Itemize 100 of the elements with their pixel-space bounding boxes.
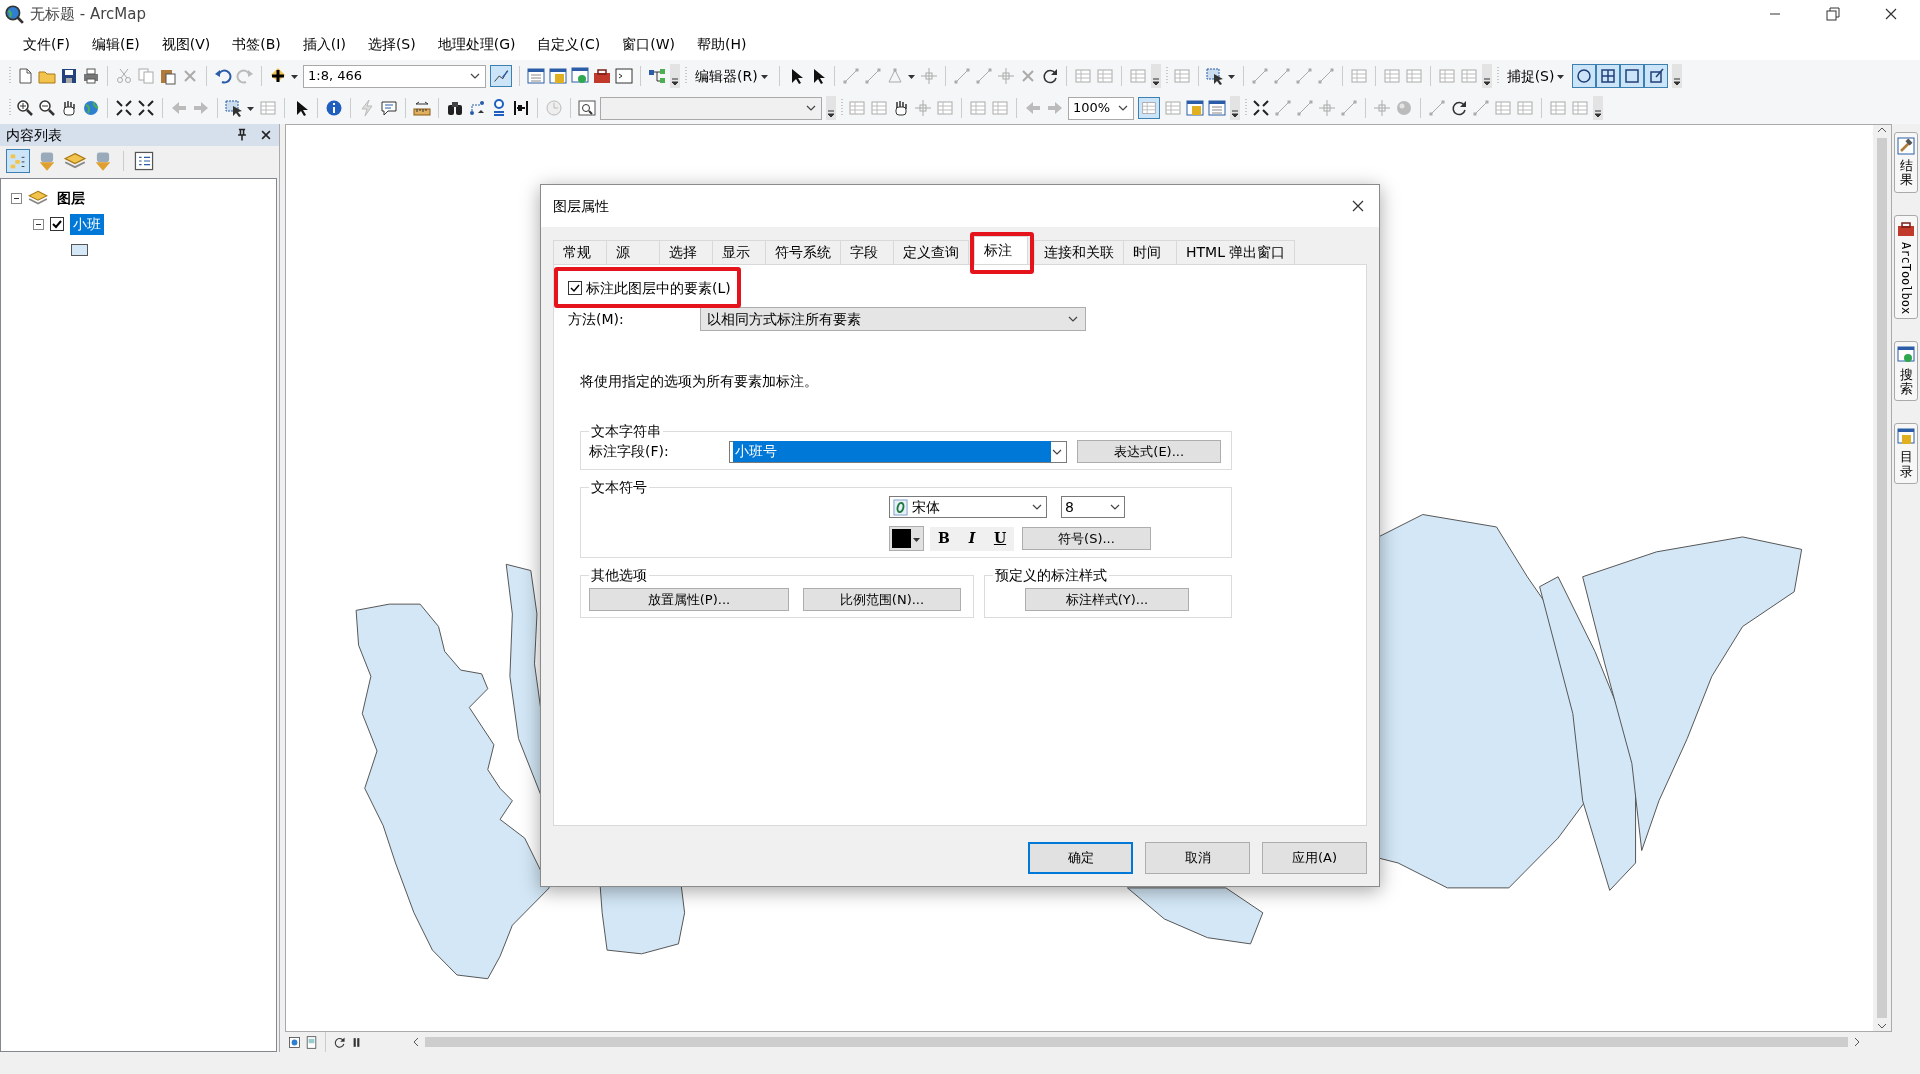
hand-icon[interactable] bbox=[60, 99, 78, 117]
dock-tab[interactable]: 搜索 bbox=[1894, 340, 1918, 402]
window-cylinder-icon[interactable] bbox=[1186, 99, 1204, 117]
data-view-icon[interactable] bbox=[288, 1035, 301, 1049]
corners-icon[interactable] bbox=[137, 99, 155, 117]
layer-list-icon[interactable] bbox=[6, 149, 30, 173]
refresh-icon[interactable] bbox=[333, 1035, 346, 1049]
snap-toggle[interactable] bbox=[1620, 64, 1645, 88]
symbol-button[interactable]: 符号(S)... bbox=[1022, 527, 1151, 550]
tab[interactable]: 常规 bbox=[553, 240, 607, 264]
dialog-button[interactable]: 取消 bbox=[1145, 842, 1250, 874]
zoom-out-icon[interactable] bbox=[38, 99, 56, 117]
plus-icon[interactable] bbox=[269, 67, 287, 85]
menu-item[interactable]: 选择(S) bbox=[356, 33, 427, 55]
style-toggle[interactable]: U bbox=[986, 526, 1014, 551]
magnifier-window-icon[interactable] bbox=[578, 99, 596, 117]
window-cylinder-icon[interactable] bbox=[549, 67, 567, 85]
overflow-icon[interactable] bbox=[1481, 64, 1492, 88]
overflow-icon[interactable] bbox=[826, 96, 836, 120]
corners-icon[interactable] bbox=[1252, 99, 1270, 117]
checkbox[interactable] bbox=[50, 217, 64, 231]
corners-icon[interactable] bbox=[115, 99, 133, 117]
color-picker-button[interactable] bbox=[889, 526, 924, 551]
checkbox[interactable] bbox=[568, 281, 582, 295]
select-icon[interactable] bbox=[225, 99, 243, 117]
menu-item[interactable]: 视图(V) bbox=[150, 33, 222, 55]
page-icon[interactable] bbox=[16, 67, 34, 85]
dialog-button[interactable]: 确定 bbox=[1028, 842, 1133, 874]
printer-icon[interactable] bbox=[82, 67, 100, 85]
size-select[interactable]: 8 bbox=[1061, 496, 1125, 518]
pin-icon[interactable] bbox=[235, 128, 249, 142]
layout-view-icon[interactable] bbox=[305, 1035, 318, 1049]
grip-handle[interactable] bbox=[1164, 66, 1169, 86]
scale-field[interactable]: 1:8, 466 bbox=[303, 64, 486, 88]
zoom-in-icon[interactable] bbox=[16, 99, 34, 117]
overflow-icon[interactable] bbox=[1593, 96, 1603, 120]
toolbox-icon[interactable] bbox=[593, 67, 611, 85]
binoculars-icon[interactable] bbox=[446, 99, 464, 117]
collapse-icon[interactable] bbox=[33, 218, 44, 230]
menu-item[interactable]: 自定义(C) bbox=[526, 33, 612, 55]
dialog-button[interactable]: 比例范围(N)... bbox=[803, 588, 961, 611]
scroll-down-icon[interactable] bbox=[1877, 1021, 1887, 1031]
grip-handle[interactable] bbox=[1495, 66, 1500, 86]
window-globe-icon[interactable] bbox=[571, 67, 589, 85]
scroll-left-icon[interactable] bbox=[411, 1037, 421, 1047]
dock-tab[interactable]: 目录 bbox=[1894, 423, 1918, 485]
overflow-icon[interactable] bbox=[1230, 96, 1240, 120]
tab[interactable]: 连接和关联 bbox=[1034, 240, 1124, 264]
undo-icon[interactable] bbox=[214, 67, 232, 85]
window-icon[interactable] bbox=[1208, 99, 1226, 117]
grid-icon[interactable] bbox=[1138, 97, 1160, 119]
refresh-icon[interactable] bbox=[1450, 99, 1468, 117]
method-select[interactable]: 以相同方式标注所有要素 bbox=[700, 307, 1086, 331]
close-icon[interactable] bbox=[259, 128, 273, 142]
zoom-percent-field[interactable]: 100% bbox=[1068, 96, 1134, 120]
layer-name[interactable]: 图层 bbox=[54, 187, 88, 209]
overflow-icon[interactable] bbox=[1672, 64, 1683, 88]
snap-toggle[interactable] bbox=[1644, 64, 1669, 88]
layer-name[interactable]: 小班 bbox=[70, 213, 104, 235]
dock-tab[interactable]: ArcToolbox bbox=[1894, 214, 1918, 319]
vertical-scrollbar[interactable] bbox=[1873, 125, 1891, 1031]
hand-icon[interactable] bbox=[892, 99, 910, 117]
menu-item[interactable]: 编辑(E) bbox=[81, 33, 151, 55]
checkbox-label[interactable]: 标注此图层中的要素(L) bbox=[586, 277, 731, 299]
dialog-button[interactable]: 放置属性(P)... bbox=[589, 588, 789, 611]
snap-toggle[interactable] bbox=[1596, 64, 1621, 88]
grip-handle[interactable] bbox=[1244, 98, 1248, 118]
scroll-up-icon[interactable] bbox=[1877, 125, 1887, 135]
expression-button[interactable]: 表达式(E)... bbox=[1077, 440, 1221, 463]
snap-toggle[interactable] bbox=[1572, 64, 1597, 88]
style-toggle[interactable]: B bbox=[930, 526, 958, 551]
pencil-icon[interactable] bbox=[490, 65, 512, 87]
restore-icon[interactable] bbox=[1824, 5, 1842, 23]
collapse-icon[interactable] bbox=[11, 192, 22, 204]
dialog-button[interactable]: 应用(A) bbox=[1262, 842, 1367, 874]
menu-item[interactable]: 插入(I) bbox=[291, 33, 357, 55]
scroll-thumb[interactable] bbox=[1877, 138, 1887, 1018]
tab[interactable]: 定义查询 bbox=[893, 240, 969, 264]
scroll-thumb[interactable] bbox=[425, 1037, 1848, 1047]
console-icon[interactable] bbox=[615, 67, 633, 85]
tab[interactable]: HTML 弹出窗口 bbox=[1176, 240, 1296, 264]
clipboard-icon[interactable] bbox=[159, 67, 177, 85]
window-icon[interactable] bbox=[527, 67, 545, 85]
menu-item[interactable]: 文件(F) bbox=[12, 33, 81, 55]
scroll-right-icon[interactable] bbox=[1852, 1037, 1862, 1047]
grip-handle[interactable] bbox=[8, 66, 12, 86]
editor-menu[interactable]: 编辑器(R) bbox=[692, 65, 772, 87]
style-toggle[interactable]: I bbox=[958, 526, 986, 551]
list-icon[interactable] bbox=[133, 150, 155, 172]
menu-item[interactable]: 书签(B) bbox=[221, 33, 292, 55]
tab[interactable]: 标注 bbox=[974, 236, 1028, 264]
menu-item[interactable]: 帮助(H) bbox=[685, 33, 758, 55]
label-styles-button[interactable]: 标注样式(Y)... bbox=[1025, 588, 1189, 611]
menu-item[interactable]: 窗口(W) bbox=[611, 33, 686, 55]
overflow-icon[interactable] bbox=[670, 64, 680, 88]
label-field-select[interactable]: 小班号 bbox=[728, 440, 1068, 463]
grip-handle[interactable] bbox=[684, 66, 688, 86]
snapping-menu[interactable]: 捕捉(S) bbox=[1503, 65, 1569, 87]
overflow-icon[interactable] bbox=[1150, 64, 1161, 88]
grip-handle[interactable] bbox=[840, 98, 844, 118]
